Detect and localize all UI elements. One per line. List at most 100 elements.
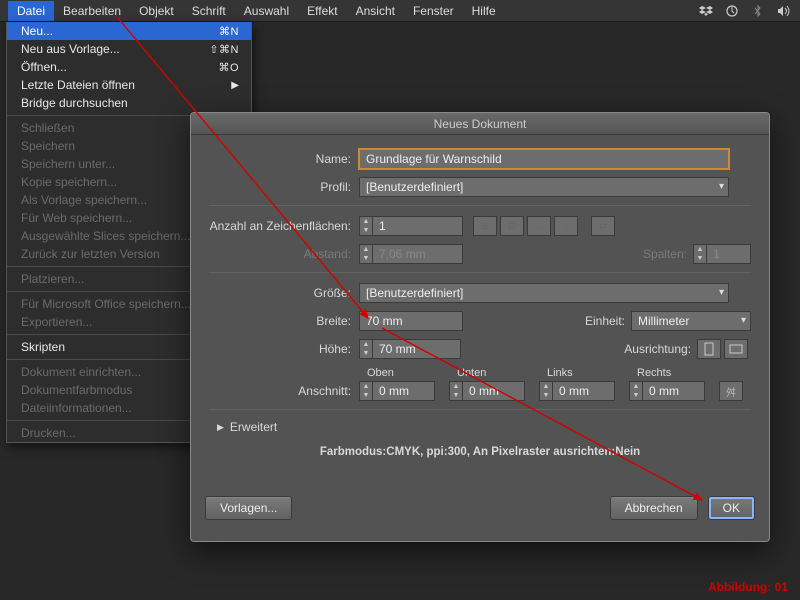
divider	[209, 409, 751, 410]
orientation-landscape-icon[interactable]	[724, 339, 748, 359]
menu-item-neu-vorlage[interactable]: Neu aus Vorlage... ⇧⌘N	[7, 40, 251, 58]
abstand-value: 7,06 mm	[373, 244, 463, 264]
menu-auswahl[interactable]: Auswahl	[235, 1, 298, 21]
ausrichtung-label: Ausrichtung:	[624, 342, 697, 356]
menu-item-oeffnen[interactable]: Öffnen... ⌘O	[7, 58, 251, 76]
divider	[209, 272, 751, 273]
bleed-col-unten: Unten	[457, 367, 519, 379]
profil-value: [Benutzerdefiniert]	[366, 180, 463, 194]
name-input[interactable]	[359, 149, 729, 169]
grid-by-col-icon: ⊟	[500, 216, 524, 236]
einheit-select[interactable]: Millimeter ▾	[631, 311, 751, 331]
bleed-right-stepper[interactable]: ▲▼0 mm	[629, 381, 705, 401]
submenu-arrow-icon: ▶	[231, 80, 239, 91]
volume-icon[interactable]	[776, 4, 792, 18]
menu-label: Speichern	[21, 139, 75, 153]
dialog-title: Neues Dokument	[434, 117, 527, 131]
menu-datei[interactable]: Datei	[8, 1, 54, 21]
menu-item-bridge[interactable]: Bridge durchsuchen	[7, 94, 251, 112]
bleed-col-rechts: Rechts	[637, 367, 699, 379]
disclosure-triangle-icon: ▶	[217, 422, 224, 433]
abstand-stepper: ▲▼ 7,06 mm	[359, 244, 463, 264]
grid-by-row-icon: ⊞	[473, 216, 497, 236]
spalten-value: 1	[707, 244, 751, 264]
chevron-down-icon: ▾	[719, 181, 724, 192]
sync-icon[interactable]	[724, 4, 740, 18]
abbrechen-button[interactable]: Abbrechen	[610, 496, 698, 520]
ok-button[interactable]: OK	[708, 496, 755, 520]
artboards-value: 1	[373, 216, 463, 236]
bleed-col-oben: Oben	[367, 367, 429, 379]
chevron-down-icon: ▾	[719, 287, 724, 298]
menu-label: Kopie speichern...	[21, 175, 117, 189]
menu-label: Für Microsoft Office speichern...	[21, 297, 191, 311]
bleed-bottom-stepper[interactable]: ▲▼0 mm	[449, 381, 525, 401]
menubar: Datei Bearbeiten Objekt Schrift Auswahl …	[0, 0, 800, 22]
menu-label: Schließen	[21, 121, 74, 135]
breite-label: Breite:	[209, 314, 359, 328]
name-label: Name:	[209, 152, 359, 166]
anschnitt-label: Anschnitt:	[209, 384, 359, 398]
groesse-value: [Benutzerdefiniert]	[366, 286, 463, 300]
advanced-label: Erweitert	[230, 420, 277, 434]
chevron-down-icon: ▾	[741, 315, 746, 326]
einheit-label: Einheit:	[585, 314, 631, 328]
breite-input[interactable]	[359, 311, 463, 331]
menu-schrift[interactable]: Schrift	[183, 1, 235, 21]
artboards-label: Anzahl an Zeichenflächen:	[209, 219, 359, 233]
hoehe-value: 70 mm	[373, 339, 461, 359]
orientation-portrait-icon[interactable]	[697, 339, 721, 359]
bleed-col-links: Links	[547, 367, 609, 379]
menu-label: Letzte Dateien öffnen	[21, 78, 135, 92]
groesse-select[interactable]: [Benutzerdefiniert] ▾	[359, 283, 729, 303]
arrange-ltr-icon: ⇄	[591, 216, 615, 236]
menu-label: Drucken...	[21, 426, 76, 440]
dropbox-icon[interactable]	[698, 4, 714, 18]
groesse-label: Größe:	[209, 286, 359, 300]
profil-label: Profil:	[209, 180, 359, 194]
new-document-dialog: Neues Dokument Name: Profil: [Benutzerde…	[190, 112, 770, 542]
menu-shortcut: ⇧⌘N	[209, 43, 239, 56]
menu-ansicht[interactable]: Ansicht	[347, 1, 404, 21]
menu-label: Ausgewählte Slices speichern...	[21, 229, 190, 243]
bleed-left-stepper[interactable]: ▲▼0 mm	[539, 381, 615, 401]
abstand-label: Abstand:	[209, 247, 359, 261]
menu-shortcut: ⌘O	[218, 61, 239, 74]
menu-label: Als Vorlage speichern...	[21, 193, 147, 207]
system-tray	[698, 4, 792, 18]
menu-label: Speichern unter...	[21, 157, 115, 171]
vorlagen-button[interactable]: Vorlagen...	[205, 496, 292, 520]
menu-label: Für Web speichern...	[21, 211, 132, 225]
hoehe-stepper[interactable]: ▲▼ 70 mm	[359, 339, 461, 359]
spalten-label: Spalten:	[643, 247, 693, 261]
menu-label: Dokument einrichten...	[21, 365, 141, 379]
spalten-stepper: ▲▼ 1	[693, 244, 751, 264]
menu-label: Öffnen...	[21, 60, 67, 74]
arrange-down-icon: ↓	[554, 216, 578, 236]
bluetooth-icon[interactable]	[750, 4, 766, 18]
menu-objekt[interactable]: Objekt	[130, 1, 183, 21]
bleed-top-stepper[interactable]: ▲▼0 mm	[359, 381, 435, 401]
profil-select[interactable]: [Benutzerdefiniert] ▾	[359, 177, 729, 197]
einheit-value: Millimeter	[638, 314, 689, 328]
divider	[209, 205, 751, 206]
hoehe-label: Höhe:	[209, 342, 359, 356]
menu-label: Skripten	[21, 340, 65, 354]
menu-item-letzte[interactable]: Letzte Dateien öffnen ▶	[7, 76, 251, 94]
dialog-titlebar[interactable]: Neues Dokument	[191, 113, 769, 135]
link-bleed-icon[interactable]: ⾇	[719, 381, 743, 401]
menu-label: Zurück zur letzten Version	[21, 247, 160, 261]
artboards-stepper[interactable]: ▲▼ 1	[359, 216, 463, 236]
menu-item-neu[interactable]: Neu... ⌘N	[7, 22, 251, 40]
menu-label: Neu aus Vorlage...	[21, 42, 120, 56]
menu-label: Platzieren...	[21, 272, 84, 286]
menu-effekt[interactable]: Effekt	[298, 1, 346, 21]
menu-fenster[interactable]: Fenster	[404, 1, 463, 21]
menu-hilfe[interactable]: Hilfe	[463, 1, 505, 21]
menu-label: Exportieren...	[21, 315, 92, 329]
menu-bearbeiten[interactable]: Bearbeiten	[54, 1, 130, 21]
menu-label: Dokumentfarbmodus	[21, 383, 132, 397]
document-summary: Farbmodus:CMYK, ppi:300, An Pixelraster …	[209, 446, 751, 458]
advanced-toggle[interactable]: ▶ Erweitert	[217, 420, 751, 434]
arrange-right-icon: →	[527, 216, 551, 236]
